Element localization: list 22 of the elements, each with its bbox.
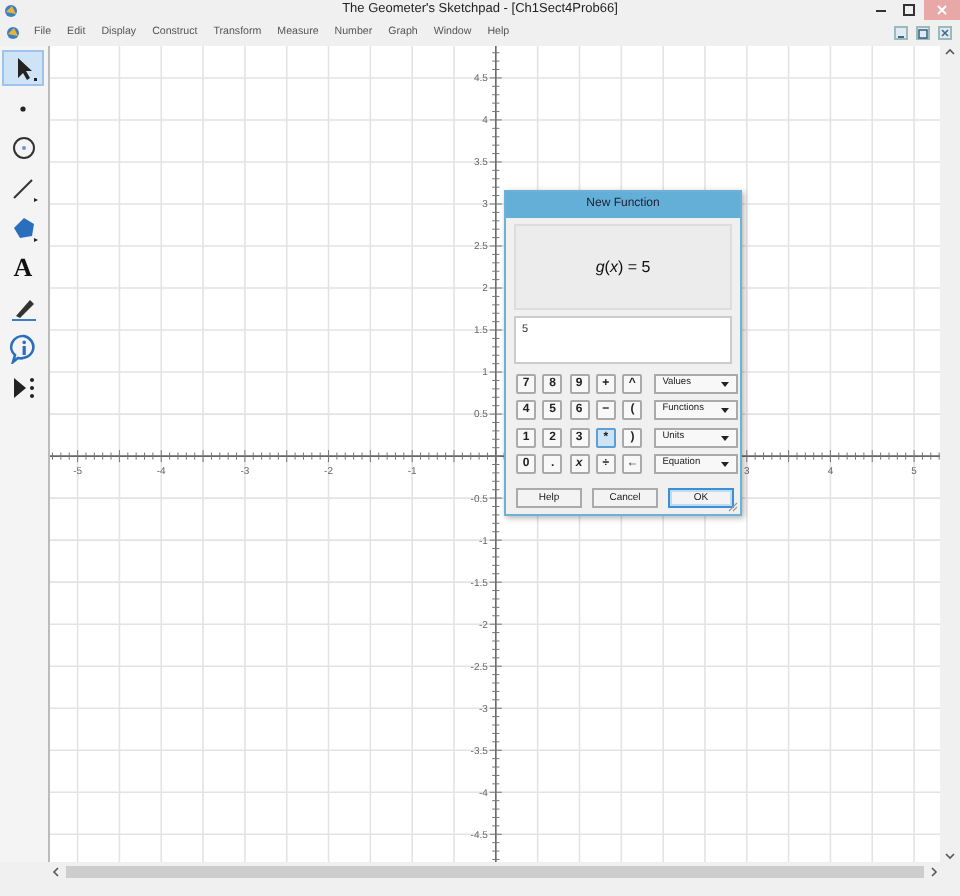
scrollbar-thumb[interactable] [66, 865, 924, 877]
scroll-left-icon[interactable] [50, 865, 62, 877]
tool-button[interactable] [2, 50, 44, 86]
restore-icon[interactable] [916, 26, 930, 40]
caret-icon [720, 406, 731, 415]
info-icon [7, 332, 39, 364]
app-icon [4, 3, 18, 17]
minimize-icon[interactable] [894, 26, 908, 40]
point-icon [20, 105, 26, 111]
circle-icon [7, 132, 39, 164]
close-icon[interactable] [938, 26, 952, 40]
tool-button[interactable]: A [2, 250, 44, 286]
function-expression: g(x) = 5 [595, 255, 651, 279]
scroll-up-icon[interactable] [944, 46, 956, 58]
caret-icon [720, 433, 731, 442]
document-icon[interactable] [6, 26, 20, 40]
resize-grip-icon [728, 502, 738, 512]
scroll-down-icon[interactable] [944, 850, 956, 862]
caret-icon [720, 380, 731, 388]
vertical-scrollbar[interactable] [940, 46, 960, 862]
scroll-right-icon[interactable] [928, 865, 940, 877]
caret-icon [720, 460, 731, 469]
